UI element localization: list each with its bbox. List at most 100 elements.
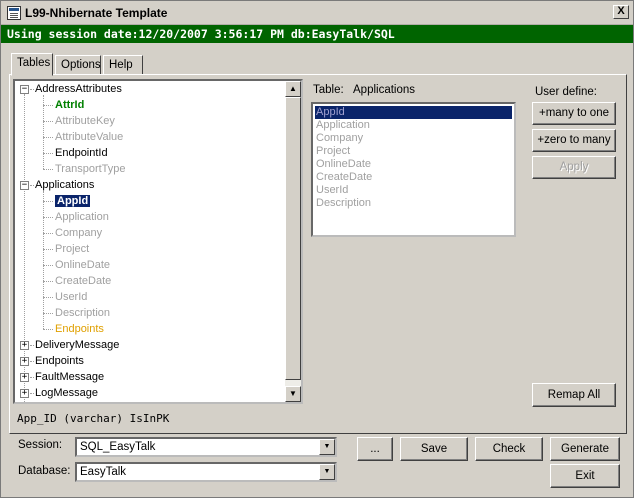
tree-column-node[interactable]: OnlineDate [55,257,110,273]
tree-connector [30,89,34,90]
tree-column-node[interactable]: Project [55,241,89,257]
tree-connector [43,105,53,106]
collapse-icon[interactable]: − [20,85,29,94]
tree-node-label: CreateDate [55,275,112,287]
tree-connector [43,233,53,234]
chevron-down-icon[interactable]: ▼ [319,464,335,480]
collapse-icon[interactable]: − [20,181,29,190]
column-list-item[interactable]: AppId [315,106,512,119]
column-list-item[interactable]: Description [315,197,512,210]
column-list-item[interactable]: Company [315,132,512,145]
tab-options[interactable]: Options [55,55,101,75]
tree-connector [43,329,53,330]
scroll-down-icon[interactable]: ▼ [285,386,301,402]
expand-icon[interactable]: + [20,357,29,366]
schema-tree[interactable]: − AddressAttributes AttrId AttributeKey Attr… [13,79,303,404]
tree-connector [43,201,53,202]
tree-node-label: Description [55,307,111,319]
save-label: Save [420,443,448,455]
tree-connector [43,121,53,122]
tree-column-node[interactable]: UserId [55,289,87,305]
tree-table-node[interactable]: AddressAttributes [35,81,122,97]
tree-node-label: Applications [35,179,95,191]
column-list-item[interactable]: Project [315,145,512,158]
tree-table-node[interactable]: SiteAddr [35,401,77,402]
tab-tables[interactable]: Tables [11,53,53,76]
expand-icon[interactable]: + [20,341,29,350]
exit-button[interactable]: Exit [550,464,620,488]
tree-column-node[interactable]: EndpointId [55,145,108,161]
tree-column-node[interactable]: Endpoints [55,321,104,337]
tree-connector [43,169,53,170]
tree-connector [43,281,53,282]
tree-column-node[interactable]: AttributeValue [55,129,123,145]
main-window: L99-Nhibernate Template X Using session … [0,0,634,498]
user-define-label: User define: [535,86,598,98]
tree-column-node[interactable]: AttrId [55,97,84,113]
save-button[interactable]: Save [400,437,468,461]
database-label: Database: [18,465,71,477]
tree-connector [30,185,34,186]
exit-label: Exit [575,470,595,482]
tree-connector [43,313,53,314]
tree-node-label: Project [55,243,90,255]
column-list-item[interactable]: UserId [315,184,512,197]
expand-icon[interactable]: + [20,373,29,382]
check-button[interactable]: Check [475,437,543,461]
close-button[interactable]: X [613,5,629,19]
columns-listbox[interactable]: AppId Application Company Project OnlineDate… [311,102,516,237]
tree-node-label: LogMessage [35,387,98,399]
tree-connector [30,345,34,346]
zero-to-many-button[interactable]: +zero to many [532,129,616,152]
tree-connector [43,137,53,138]
apply-button[interactable]: Apply [532,156,616,179]
generate-button[interactable]: Generate [550,437,620,461]
tree-connector [30,393,34,394]
browse-button[interactable]: ... [357,437,393,461]
tree-scrollbar[interactable]: ▲ ▼ [285,81,301,402]
chevron-down-icon[interactable]: ▼ [319,439,335,455]
scroll-up-icon[interactable]: ▲ [285,81,301,97]
session-status-bar: Using session date:12/20/2007 3:56:17 PM… [1,25,633,43]
tree-content: − AddressAttributes AttrId AttributeKey Attr… [15,81,287,402]
tree-connector [43,153,53,154]
tree-node-label: AttributeValue [55,131,124,143]
tree-table-node[interactable]: FaultMessage [35,369,104,385]
tree-node-label: AppId [55,195,91,207]
column-list-item[interactable]: CreateDate [315,171,512,184]
tree-node-label: Endpoints [35,355,84,367]
table-label: Table: [313,84,344,96]
tree-column-node[interactable]: TransportType [55,161,126,177]
session-select[interactable]: SQL_EasyTalk ▼ [75,437,337,457]
column-list-item[interactable]: OnlineDate [315,158,512,171]
database-select[interactable]: EasyTalk ▼ [75,462,337,482]
tree-node-label: Company [55,227,103,239]
column-list-item[interactable]: Application [315,119,512,132]
tree-column-node[interactable]: AppId [55,193,91,209]
browse-label: ... [370,443,380,455]
tree-table-node[interactable]: Endpoints [35,353,84,369]
tree-column-node[interactable]: AttributeKey [55,113,115,129]
remap-all-label: Remap All [547,389,601,401]
tree-column-node[interactable]: Company [55,225,102,241]
tree-table-node[interactable]: LogMessage [35,385,98,401]
tree-column-node[interactable]: CreateDate [55,273,111,289]
generate-label: Generate [561,443,609,455]
tab-help[interactable]: Help [103,55,143,75]
tree-table-node[interactable]: DeliveryMessage [35,337,119,353]
scroll-thumb[interactable] [285,97,301,380]
table-name: Applications [353,84,416,96]
tree-node-label: FaultMessage [35,371,105,383]
tree-column-node[interactable]: Description [55,305,110,321]
tree-column-node[interactable]: Application [55,209,109,225]
tree-connector [43,95,44,169]
expand-icon[interactable]: + [20,389,29,398]
title-bar[interactable]: L99-Nhibernate Template X [1,1,633,25]
many-to-one-button[interactable]: +many to one [532,102,616,125]
tree-node-label: EndpointId [55,147,108,159]
tree-node-label: AddressAttributes [35,83,122,95]
tree-node-label: Endpoints [55,323,104,335]
tree-connector [30,377,34,378]
remap-all-button[interactable]: Remap All [532,383,616,407]
tree-connector [43,217,53,218]
